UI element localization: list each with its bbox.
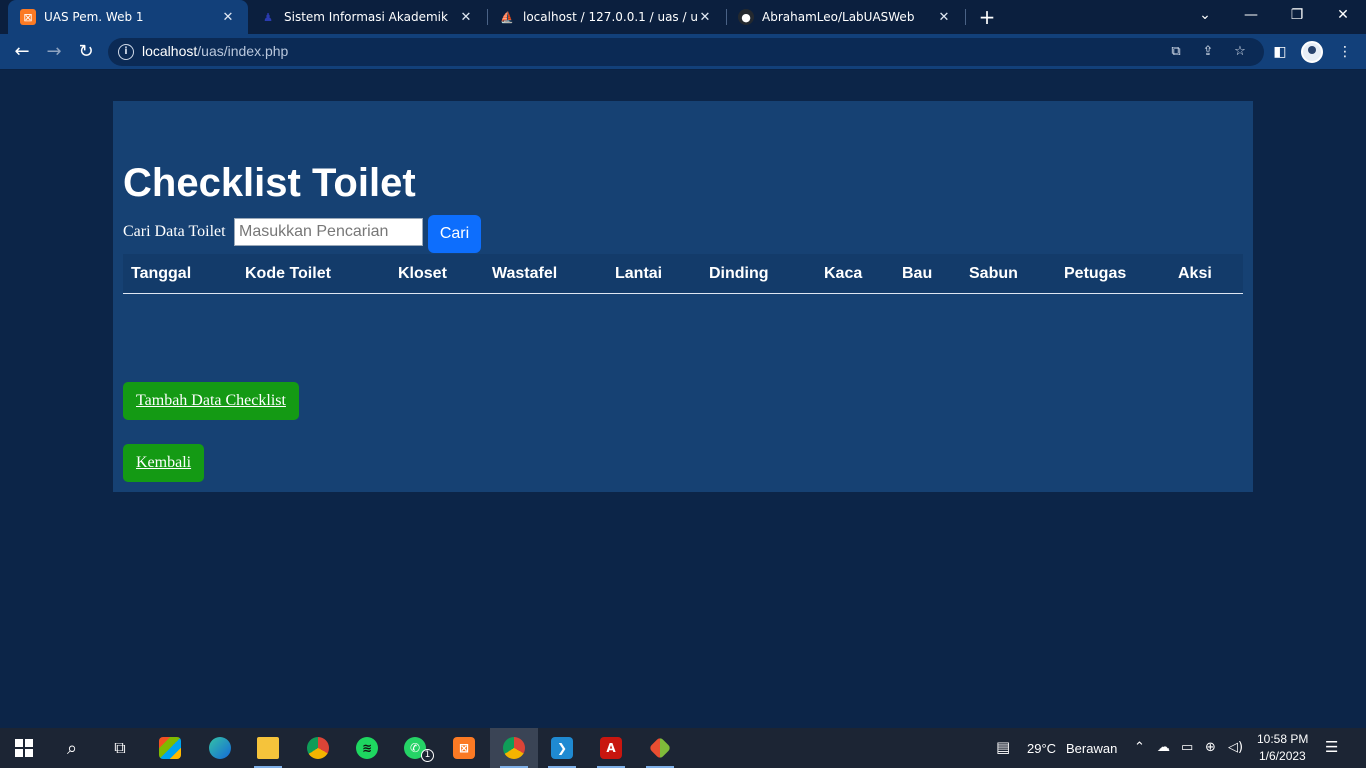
vscode-button[interactable]: ❯ <box>538 728 586 768</box>
edge-button[interactable] <box>196 728 244 768</box>
academic-logo-icon: ♟ <box>263 10 273 24</box>
onedrive-icon[interactable]: ☁ <box>1157 740 1170 755</box>
column-header: Kode Toilet <box>245 265 331 282</box>
close-icon[interactable]: ✕ <box>220 10 236 25</box>
windows-start-icon <box>15 739 33 757</box>
task-view-button[interactable]: ⧉ <box>96 728 144 768</box>
microsoft-store-button[interactable] <box>146 728 194 768</box>
column-header: Kaca <box>824 265 863 282</box>
menu-icon[interactable]: ⋮ <box>1333 40 1357 64</box>
notification-center-icon[interactable]: ☰ <box>1325 738 1338 756</box>
file-explorer-icon <box>257 737 279 759</box>
chrome-profile-button[interactable] <box>490 728 538 768</box>
clock-date[interactable]: 1/6/2023 <box>1259 749 1306 763</box>
side-panel-icon[interactable]: ◧ <box>1268 40 1292 64</box>
close-window-button[interactable]: ✕ <box>1320 0 1366 32</box>
minimize-button[interactable]: — <box>1228 0 1274 32</box>
back-arrow-icon[interactable]: ← <box>10 40 34 64</box>
site-info-icon[interactable]: i <box>118 44 134 60</box>
tab-search-icon[interactable]: ⌄ <box>1182 0 1228 32</box>
share-icon[interactable]: ⇪ <box>1198 42 1218 62</box>
volume-icon[interactable]: ◁) <box>1228 740 1243 755</box>
reload-icon[interactable]: ↻ <box>74 40 98 64</box>
xampp-icon: ⊠ <box>20 9 36 25</box>
tab-strip: ⊠ UAS Pem. Web 1 ✕ ♟ Sistem Informasi Ak… <box>0 0 1366 34</box>
bookmark-star-icon[interactable]: ☆ <box>1230 42 1250 62</box>
weather-temp[interactable]: 29°C <box>1027 741 1056 756</box>
weather-icon[interactable]: ▤ <box>996 738 1010 756</box>
column-header: Sabun <box>969 265 1018 282</box>
close-icon[interactable]: ✕ <box>697 10 713 25</box>
tab-uas-pem-web[interactable]: ⊠ UAS Pem. Web 1 ✕ <box>8 0 248 34</box>
back-button[interactable]: Kembali <box>123 444 205 482</box>
chevron-up-icon[interactable]: ⌃ <box>1134 740 1145 755</box>
browser-toolbar: ← → ↻ i localhost/uas/index.php ⧉ ⇪ ☆ ◧ … <box>0 34 1366 70</box>
acrobat-icon: A <box>600 737 622 759</box>
tab-title: Sistem Informasi Akademik <box>284 10 448 24</box>
git-button[interactable] <box>636 728 684 768</box>
page-title: Checklist Toilet <box>123 161 416 205</box>
translate-icon[interactable]: ⧉ <box>1166 42 1186 62</box>
column-header: Wastafel <box>492 265 558 282</box>
search-input[interactable] <box>234 218 423 246</box>
phpmyadmin-icon: ⛵ <box>500 10 514 24</box>
profile-avatar[interactable] <box>1301 41 1323 63</box>
github-icon: ● <box>738 9 754 25</box>
close-icon[interactable]: ✕ <box>936 10 952 25</box>
tab-title: AbrahamLeo/LabUASWeb <box>762 10 915 24</box>
forward-arrow-icon[interactable]: → <box>42 40 66 64</box>
vscode-icon: ❯ <box>551 737 573 759</box>
spotify-icon: ≋ <box>356 737 378 759</box>
spotify-button[interactable]: ≋ <box>343 728 391 768</box>
weather-condition[interactable]: Berawan <box>1066 741 1117 756</box>
xampp-icon: ⊠ <box>453 737 475 759</box>
restore-button[interactable]: ❐ <box>1274 0 1320 32</box>
column-header: Bau <box>902 265 933 282</box>
new-tab-button[interactable]: + <box>976 4 998 30</box>
edge-icon <box>209 737 231 759</box>
table-header: Tanggal Kode Toilet Kloset Wastafel Lant… <box>123 254 1243 294</box>
tab-separator <box>965 9 966 25</box>
git-icon <box>648 736 672 760</box>
clock-time[interactable]: 10:58 PM <box>1257 732 1308 746</box>
chrome-profile-icon <box>503 737 525 759</box>
column-header: Dinding <box>709 265 769 282</box>
column-header: Aksi <box>1178 265 1212 282</box>
battery-icon[interactable]: ▭ <box>1181 740 1193 755</box>
content-container: Checklist Toilet Cari Data Toilet Cari T… <box>113 101 1253 492</box>
network-globe-icon[interactable]: ⊕ <box>1205 740 1216 755</box>
add-checklist-button[interactable]: Tambah Data Checklist <box>123 382 299 420</box>
chrome-button[interactable] <box>294 728 342 768</box>
file-explorer-button[interactable] <box>244 728 292 768</box>
start-button[interactable] <box>0 728 48 768</box>
column-header: Lantai <box>615 265 663 282</box>
whatsapp-button[interactable]: ✆ 1 <box>391 728 439 768</box>
acrobat-button[interactable]: A <box>587 728 635 768</box>
tab-github[interactable]: ● AbrahamLeo/LabUASWeb ✕ <box>726 0 964 34</box>
close-icon[interactable]: ✕ <box>458 10 474 25</box>
column-header: Kloset <box>398 265 447 282</box>
search-button[interactable]: Cari <box>428 215 481 253</box>
taskbar-search-button[interactable]: ⌕ <box>48 728 96 768</box>
chrome-icon <box>307 737 329 759</box>
column-header: Tanggal <box>131 265 192 282</box>
url-text[interactable]: localhost/uas/index.php <box>142 43 288 59</box>
search-icon: ⌕ <box>66 737 78 759</box>
column-header: Petugas <box>1064 265 1127 282</box>
address-bar[interactable]: i localhost/uas/index.php ⧉ ⇪ ☆ <box>108 38 1264 66</box>
windows-taskbar: ⌕ ⧉ ≋ ✆ 1 ⊠ ❯ A ▤ 29°C Berawan ⌃ ☁ ▭ ⊕ ◁… <box>0 728 1366 768</box>
task-view-icon: ⧉ <box>114 738 126 757</box>
tab-title: localhost / 127.0.0.1 / uas / users <box>523 10 697 24</box>
microsoft-store-icon <box>159 737 181 759</box>
tab-sistem-informasi[interactable]: ♟ Sistem Informasi Akademik ✕ <box>248 0 486 34</box>
xampp-button[interactable]: ⊠ <box>440 728 488 768</box>
tab-title: UAS Pem. Web 1 <box>44 10 144 24</box>
page-viewport: Checklist Toilet Cari Data Toilet Cari T… <box>0 71 1366 728</box>
tab-phpmyadmin[interactable]: ⛵ localhost / 127.0.0.1 / uas / users ✕ <box>487 0 725 34</box>
notification-badge: 1 <box>421 749 434 762</box>
search-label: Cari Data Toilet <box>123 223 226 240</box>
